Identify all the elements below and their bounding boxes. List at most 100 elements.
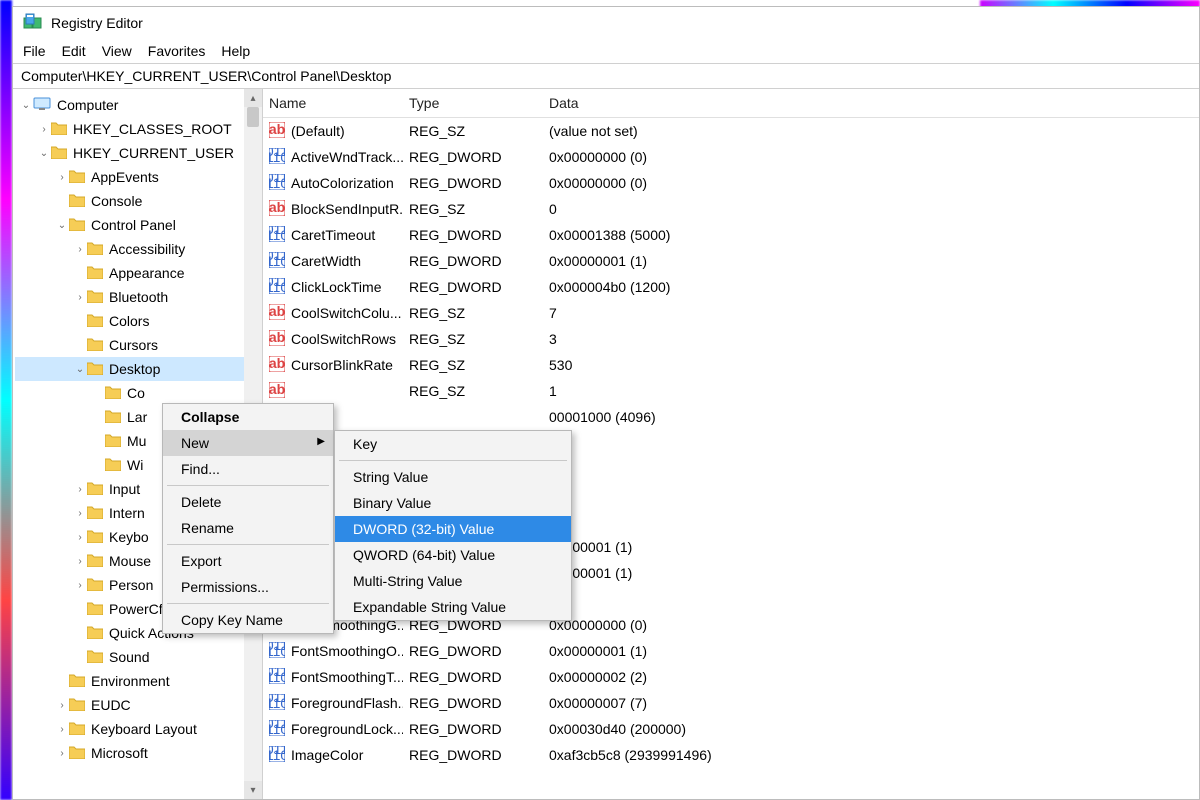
column-header-type[interactable]: Type <box>403 93 543 113</box>
value-data: 0x00000000 (0) <box>543 175 1199 191</box>
folder-icon <box>87 313 109 330</box>
menu-item[interactable]: Rename <box>163 515 333 541</box>
tree-item[interactable]: ⌄ Control Panel <box>15 213 260 237</box>
menu-item[interactable]: QWORD (64-bit) Value <box>335 542 571 568</box>
expand-icon[interactable]: ⌄ <box>73 364 87 375</box>
menu-item[interactable]: Export <box>163 548 333 574</box>
menu-item-label: Rename <box>181 520 234 536</box>
column-header-data[interactable]: Data <box>543 93 1199 113</box>
tree-item[interactable]: ›Microsoft <box>15 741 260 765</box>
value-row[interactable]: abCursorBlinkRateREG_SZ530 <box>263 352 1199 378</box>
menu-item-label: DWORD (32-bit) Value <box>353 521 494 537</box>
expand-icon[interactable]: › <box>73 292 87 303</box>
menu-item-label: New <box>181 435 209 451</box>
menu-item[interactable]: Binary Value <box>335 490 571 516</box>
menu-item[interactable]: DWORD (32-bit) Value <box>335 516 571 542</box>
menu-file[interactable]: File <box>23 43 46 59</box>
value-data: 7 <box>543 305 1199 321</box>
menu-item[interactable]: Permissions... <box>163 574 333 600</box>
menu-item[interactable]: Expandable String Value <box>335 594 571 620</box>
menu-item[interactable]: String Value <box>335 464 571 490</box>
tree-item-label: Control Panel <box>91 217 176 233</box>
scroll-up-button[interactable]: ▴ <box>244 89 262 107</box>
value-row[interactable]: abBlockSendInputR...REG_SZ0 <box>263 196 1199 222</box>
svg-text:ab: ab <box>269 200 285 215</box>
scroll-down-button[interactable]: ▾ <box>244 781 262 799</box>
value-row[interactable]: 011110ClickLockTimeREG_DWORD0x000004b0 (… <box>263 274 1199 300</box>
value-row[interactable]: 011110AutoColorizationREG_DWORD0x0000000… <box>263 170 1199 196</box>
tree-item-label: Colors <box>109 313 149 329</box>
menu-help[interactable]: Help <box>221 43 250 59</box>
value-row[interactable]: abCoolSwitchColu...REG_SZ7 <box>263 300 1199 326</box>
tree-item[interactable]: ›HKEY_CLASSES_ROOT <box>15 117 260 141</box>
menu-item[interactable]: Collapse <box>163 404 333 430</box>
menu-item[interactable]: Copy Key Name <box>163 607 333 633</box>
scroll-thumb[interactable] <box>247 107 259 127</box>
key-context-menu[interactable]: Collapse New ▶ Find... Delete Rename Export Per… <box>162 403 334 634</box>
tree-item[interactable]: ›AppEvents <box>15 165 260 189</box>
expand-icon[interactable]: › <box>73 244 87 255</box>
tree-item[interactable]: ›Accessibility <box>15 237 260 261</box>
value-row[interactable]: 011110ForegroundLock...REG_DWORD0x00030d… <box>263 716 1199 742</box>
expand-icon[interactable]: › <box>55 748 69 759</box>
submenu-arrow-icon: ▶ <box>317 436 325 447</box>
value-row[interactable]: abREG_SZ1 <box>263 378 1199 404</box>
expand-icon[interactable]: ⌄ <box>37 148 51 159</box>
expand-icon[interactable]: › <box>37 124 51 135</box>
tree-item[interactable]: ›EUDC <box>15 693 260 717</box>
address-bar[interactable]: Computer\HKEY_CURRENT_USER\Control Panel… <box>13 63 1199 89</box>
value-row[interactable]: 011110FontSmoothingO...REG_DWORD0x000000… <box>263 638 1199 664</box>
value-data: 0x000004b0 (1200) <box>543 279 1199 295</box>
expand-icon[interactable]: › <box>55 724 69 735</box>
new-submenu[interactable]: Key String ValueBinary Value DWORD (32-bit… <box>334 430 572 621</box>
tree-item[interactable]: ⌄Desktop <box>15 357 260 381</box>
tree-item[interactable]: ⌄HKEY_CURRENT_USER <box>15 141 260 165</box>
tree-item[interactable]: Cursors <box>15 333 260 357</box>
menu-view[interactable]: View <box>102 43 132 59</box>
value-row[interactable]: ab(Default)REG_SZ(value not set) <box>263 118 1199 144</box>
column-header-name[interactable]: Name <box>263 93 403 113</box>
menu-item[interactable]: New ▶ <box>163 430 333 456</box>
menu-item[interactable]: Key <box>335 431 571 457</box>
tree-item[interactable]: ⌄Computer <box>15 93 260 117</box>
tree-item[interactable]: Console <box>15 189 260 213</box>
value-name: ForegroundLock... <box>291 721 403 737</box>
expand-icon[interactable]: › <box>55 172 69 183</box>
tree-item[interactable]: Co <box>15 381 260 405</box>
value-row[interactable]: 011110ForegroundFlash...REG_DWORD0x00000… <box>263 690 1199 716</box>
expand-icon[interactable]: › <box>73 556 87 567</box>
expand-icon[interactable]: › <box>55 700 69 711</box>
menu-favorites[interactable]: Favorites <box>148 43 206 59</box>
value-row[interactable]: 011110ActiveWndTrack...REG_DWORD0x000000… <box>263 144 1199 170</box>
menu-item[interactable]: Multi-String Value <box>335 568 571 594</box>
value-row[interactable]: 011110ImageColorREG_DWORD0xaf3cb5c8 (293… <box>263 742 1199 768</box>
menu-item[interactable]: Delete <box>163 489 333 515</box>
value-name: FontSmoothingT... <box>291 669 403 685</box>
tree-item[interactable]: Sound <box>15 645 260 669</box>
value-row[interactable]: 011110FontSmoothingT...REG_DWORD0x000000… <box>263 664 1199 690</box>
tree-item[interactable]: ›Keyboard Layout <box>15 717 260 741</box>
tree-item[interactable]: ›Bluetooth <box>15 285 260 309</box>
value-row[interactable]: abCoolSwitchRowsREG_SZ3 <box>263 326 1199 352</box>
list-header[interactable]: Name Type Data <box>263 89 1199 118</box>
expand-icon[interactable]: ⌄ <box>55 220 69 231</box>
expand-icon[interactable]: ⌄ <box>19 100 33 111</box>
expand-icon[interactable]: › <box>73 532 87 543</box>
menu-item-label: Collapse <box>181 409 239 425</box>
value-row[interactable]: 00001000 (4096) <box>263 404 1199 430</box>
menu-edit[interactable]: Edit <box>62 43 86 59</box>
expand-icon[interactable]: › <box>73 508 87 519</box>
value-icon: ab <box>269 356 285 375</box>
expand-icon[interactable]: › <box>73 580 87 591</box>
value-row[interactable]: 011110CaretWidthREG_DWORD0x00000001 (1) <box>263 248 1199 274</box>
menu-item-label: Permissions... <box>181 579 269 595</box>
value-type: REG_DWORD <box>403 175 543 191</box>
value-row[interactable]: 011110CaretTimeoutREG_DWORD0x00001388 (5… <box>263 222 1199 248</box>
tree-item[interactable]: Environment <box>15 669 260 693</box>
menu-item[interactable]: Find... <box>163 456 333 482</box>
tree-item[interactable]: Appearance <box>15 261 260 285</box>
computer-icon <box>33 97 57 114</box>
tree-item[interactable]: Colors <box>15 309 260 333</box>
expand-icon[interactable]: › <box>73 484 87 495</box>
tree-item-label: Person <box>109 577 153 593</box>
